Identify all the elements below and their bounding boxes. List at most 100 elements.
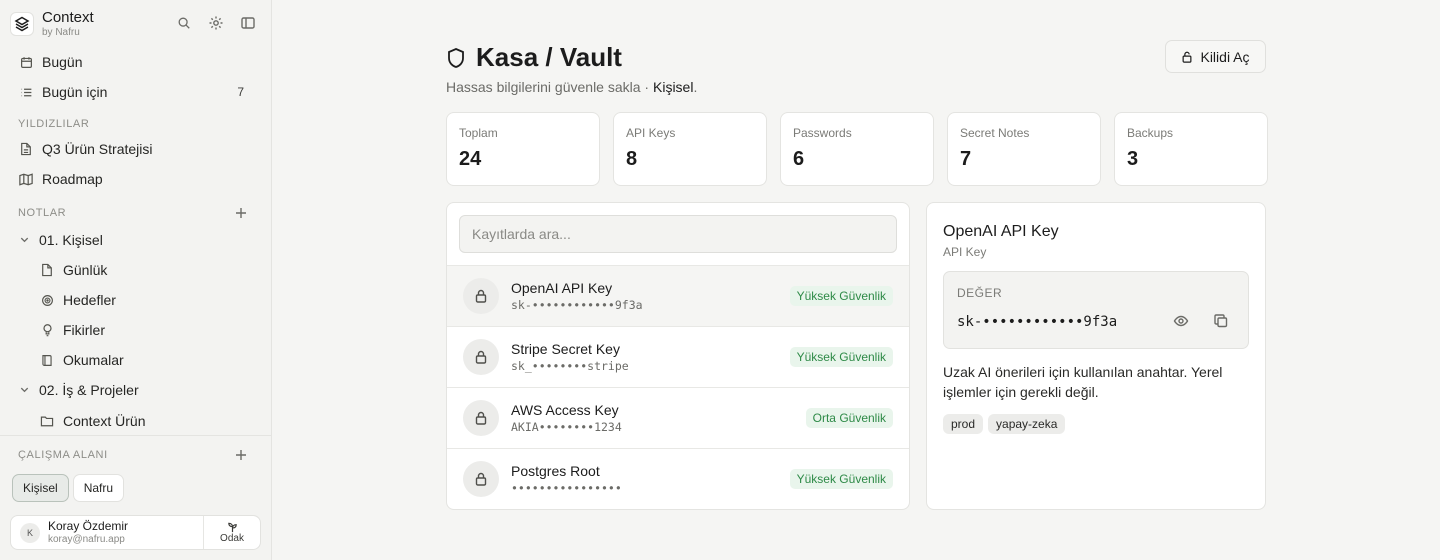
lightbulb-icon — [40, 323, 54, 337]
stat-label: Passwords — [793, 126, 852, 140]
sidebar-item-context-product[interactable]: Context Ürün — [31, 408, 262, 434]
entry-title: OpenAI API Key — [511, 279, 613, 296]
stat-card-api-keys: API Keys 8 — [613, 112, 767, 186]
book-icon — [40, 353, 54, 367]
sidebar-item-label: Q3 Ürün Stratejisi — [42, 141, 153, 157]
sidebar-item-label: Hedefler — [63, 292, 116, 308]
stat-value: 6 — [793, 148, 805, 170]
sidebar-item-starred[interactable]: Q3 Ürün Stratejisi — [10, 136, 262, 162]
stat-value: 24 — [459, 148, 482, 170]
list-item[interactable]: AWS Access Key AKIA••••••••1234 Orta Güv… — [447, 387, 909, 448]
sidebar-item-label: 02. İş & Projeler — [39, 382, 139, 398]
eye-icon[interactable] — [1173, 313, 1189, 329]
section-label-starred: YILDIZLILAR — [18, 118, 90, 130]
page-title-text: Kasa / Vault — [476, 42, 622, 72]
stat-card-secret-notes: Secret Notes 7 — [947, 112, 1101, 186]
sidebar-item-readings[interactable]: Okumalar — [31, 347, 262, 373]
document-icon — [19, 142, 33, 156]
sidebar: Context by Nafru Bugün Bugün için 7 YILD… — [0, 0, 272, 560]
sidebar-item-goals[interactable]: Hedefler — [31, 287, 262, 313]
entry-masked-value: sk_••••••••stripe — [511, 358, 629, 373]
sidebar-toggle-icon[interactable] — [239, 14, 257, 32]
sidebar-folder-personal[interactable]: 01. Kişisel — [10, 227, 262, 253]
stat-label: Secret Notes — [960, 126, 1030, 140]
workspace-name: Kişisel — [653, 79, 694, 95]
target-icon — [40, 293, 54, 307]
sidebar-item-starred[interactable]: Roadmap — [10, 166, 262, 192]
value-box: DEĞER sk-••••••••••••9f3a — [943, 271, 1249, 349]
section-label-workspace: ÇALIŞMA ALANI — [18, 449, 108, 461]
security-badge: Yüksek Güvenlik — [789, 469, 893, 489]
sidebar-item-journal[interactable]: Günlük — [31, 257, 262, 283]
stat-card-passwords: Passwords 6 — [780, 112, 934, 186]
unlock-icon — [1181, 51, 1193, 63]
list-item[interactable]: OpenAI API Key sk-••••••••••••9f3a Yükse… — [447, 265, 909, 326]
workspace-tab-nafru[interactable]: Nafru — [72, 474, 125, 502]
secret-value: sk-••••••••••••9f3a — [957, 314, 1118, 330]
count-badge: 7 — [237, 85, 244, 99]
lock-icon — [463, 339, 499, 375]
sidebar-item-label: Roadmap — [42, 171, 103, 187]
lock-icon — [463, 461, 499, 497]
document-icon — [40, 263, 54, 277]
chevron-down-icon[interactable] — [19, 234, 31, 246]
entry-title: Stripe Secret Key — [511, 340, 620, 357]
workspace-tabs: Kişisel Nafru — [12, 474, 125, 502]
user-card[interactable]: K Koray Özdemir koray@nafru.app Odak — [10, 515, 261, 550]
brand[interactable]: Context by Nafru — [10, 10, 94, 38]
stat-label: Toplam — [459, 126, 498, 140]
entry-masked-value: AKIA••••••••1234 — [511, 419, 622, 434]
tag[interactable]: prod — [943, 414, 984, 434]
sidebar-folder-work[interactable]: 02. İş & Projeler — [10, 377, 262, 403]
detail-description: Uzak AI önerileri için kullanılan anahta… — [943, 364, 1223, 400]
sidebar-item-label: Fikirler — [63, 322, 105, 338]
list-item[interactable]: Stripe Secret Key sk_••••••••stripe Yüks… — [447, 326, 909, 387]
gear-icon[interactable] — [207, 14, 225, 32]
sidebar-item-label: Context Ürün — [63, 413, 146, 429]
entry-detail: OpenAI API Key API Key DEĞER sk-••••••••… — [926, 202, 1266, 510]
stat-value: 7 — [960, 148, 972, 170]
entry-masked-value: •••••••••••••••• — [511, 480, 622, 495]
stat-value: 8 — [626, 148, 638, 170]
stats-row: Toplam 24 API Keys 8 Passwords 6 Secret … — [446, 112, 1268, 186]
chevron-down-icon[interactable] — [19, 384, 31, 396]
vault-list: OpenAI API Key sk-••••••••••••9f3a Yükse… — [446, 202, 910, 510]
user-name: Koray Özdemir — [48, 519, 129, 534]
list-item[interactable]: Postgres Root •••••••••••••••• Yüksek Gü… — [447, 448, 909, 509]
stat-label: Backups — [1127, 126, 1174, 140]
stat-card-backups: Backups 3 — [1114, 112, 1268, 186]
logo-icon — [10, 12, 34, 36]
sidebar-item-for-today[interactable]: Bugün için 7 — [10, 79, 262, 105]
lock-icon — [463, 278, 499, 314]
user-email: koray@nafru.app — [48, 533, 125, 545]
stat-label: API Keys — [626, 126, 676, 140]
tag[interactable]: yapay-zeka — [988, 414, 1066, 434]
app-name: Context — [42, 9, 94, 26]
entry-masked-value: sk-••••••••••••9f3a — [511, 297, 643, 312]
page-title: Kasa / Vault — [446, 42, 622, 73]
add-note-icon[interactable] — [235, 207, 249, 221]
entry-title: AWS Access Key — [511, 401, 619, 418]
sidebar-item-label: Bugün için — [42, 84, 108, 100]
focus-label: Odak — [220, 532, 244, 544]
map-icon — [19, 172, 33, 186]
focus-button[interactable]: Odak — [203, 516, 260, 549]
tag-list: prod yapay-zeka — [943, 414, 1066, 434]
workspace-tab-personal[interactable]: Kişisel — [12, 474, 69, 502]
security-badge: Yüksek Güvenlik — [789, 286, 893, 306]
copy-icon[interactable] — [1213, 313, 1229, 329]
subtitle-suffix: . — [693, 79, 698, 95]
search-input[interactable] — [459, 215, 897, 253]
value-label: DEĞER — [957, 286, 1003, 300]
unlock-button[interactable]: Kilidi Aç — [1165, 40, 1266, 73]
sidebar-item-today[interactable]: Bugün — [10, 49, 262, 75]
sidebar-item-label: Okumalar — [63, 352, 124, 368]
sidebar-item-ideas[interactable]: Fikirler — [31, 317, 262, 343]
entry-title: Postgres Root — [511, 462, 600, 479]
page-header: Kasa / Vault — [446, 42, 622, 73]
detail-title: OpenAI API Key — [943, 223, 1059, 240]
sidebar-item-label: Günlük — [63, 262, 108, 278]
search-icon[interactable] — [175, 14, 193, 32]
unlock-label: Kilidi Aç — [1200, 48, 1250, 65]
add-workspace-icon[interactable] — [235, 449, 249, 463]
